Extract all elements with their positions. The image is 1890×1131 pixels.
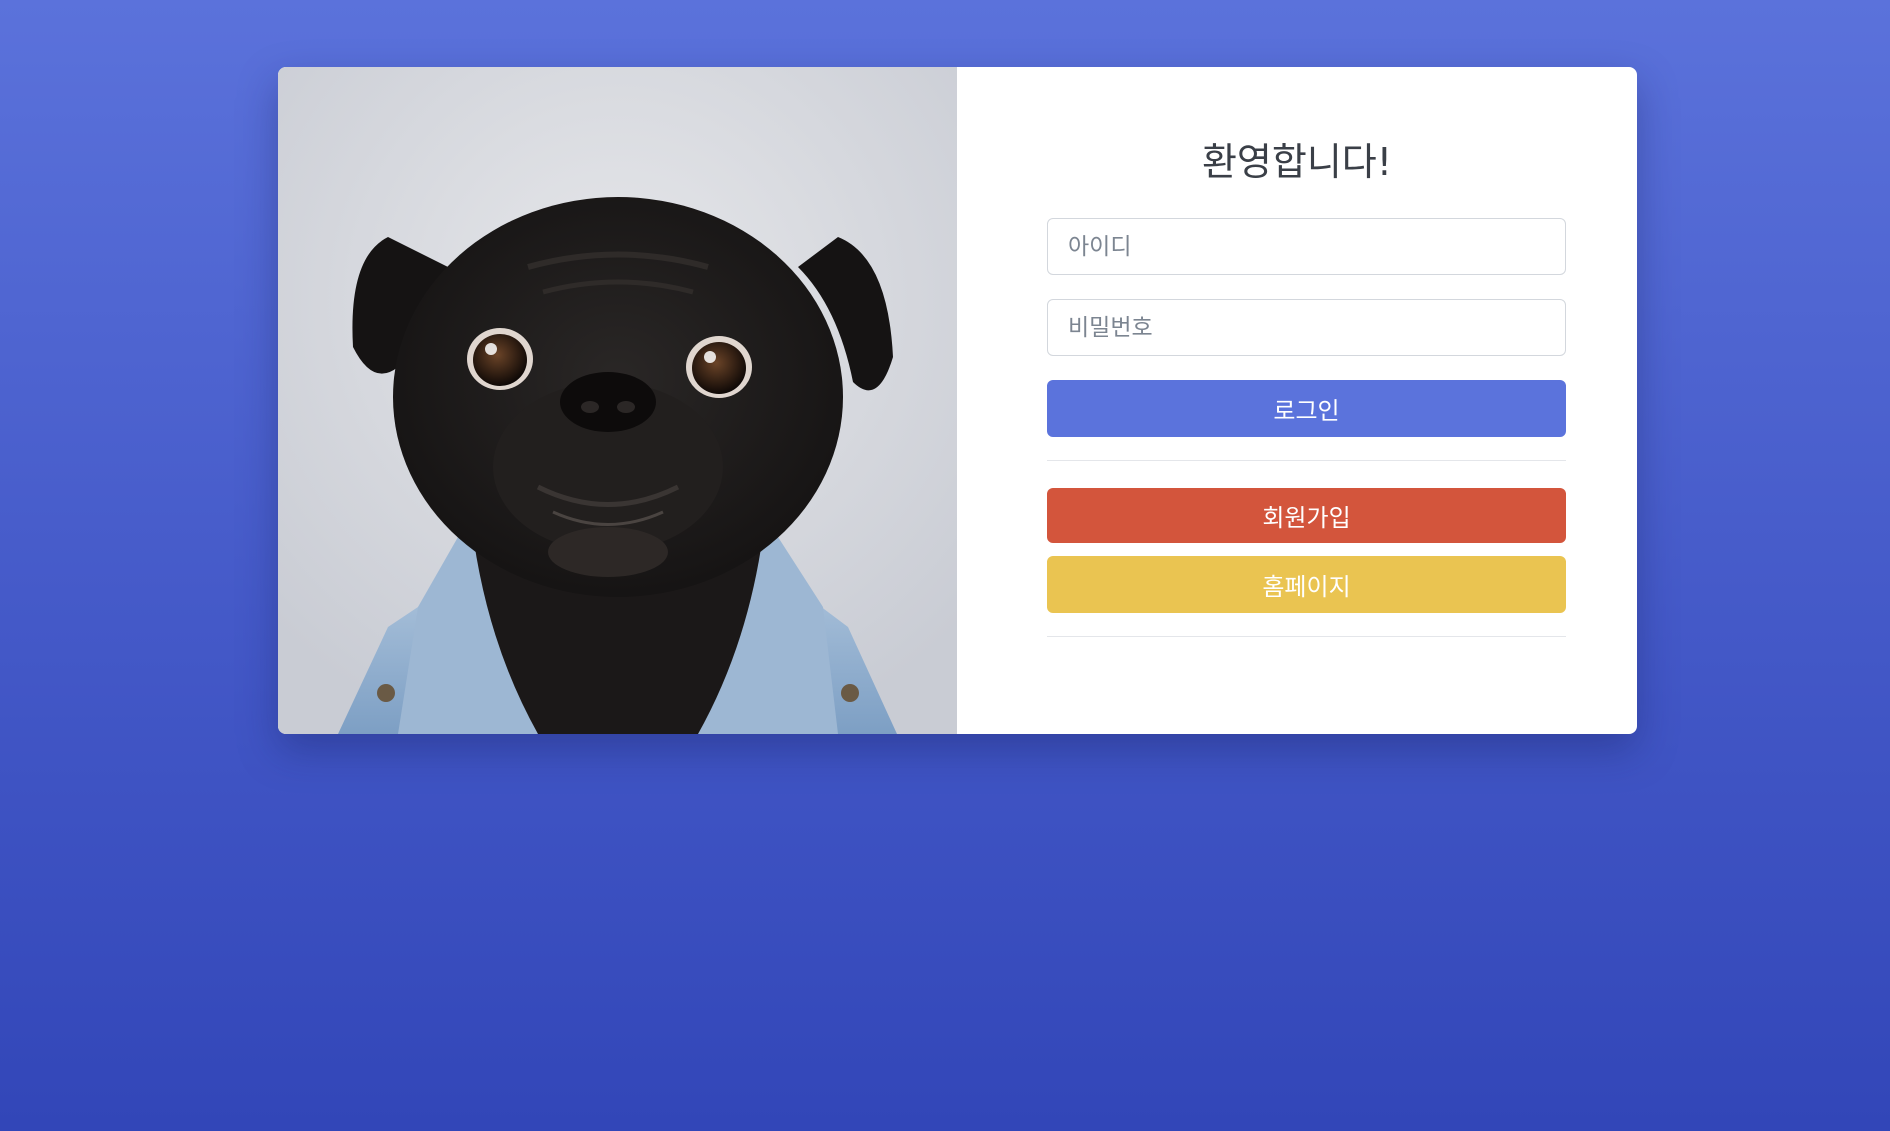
welcome-title: 환영합니다! <box>1201 140 1393 184</box>
username-input[interactable] <box>1047 218 1566 275</box>
login-form-panel: 환영합니다! 로그인 회원가입 홈페이지 <box>957 67 1637 734</box>
pug-illustration <box>278 67 957 734</box>
divider <box>1047 460 1566 461</box>
divider-bottom <box>1047 636 1566 637</box>
login-card: 환영합니다! 로그인 회원가입 홈페이지 <box>278 67 1637 734</box>
signup-button[interactable]: 회원가입 <box>1047 488 1566 543</box>
pug-photo <box>278 67 957 734</box>
homepage-button[interactable]: 홈페이지 <box>1047 556 1566 613</box>
password-input[interactable] <box>1047 299 1566 356</box>
login-button[interactable]: 로그인 <box>1047 380 1566 437</box>
